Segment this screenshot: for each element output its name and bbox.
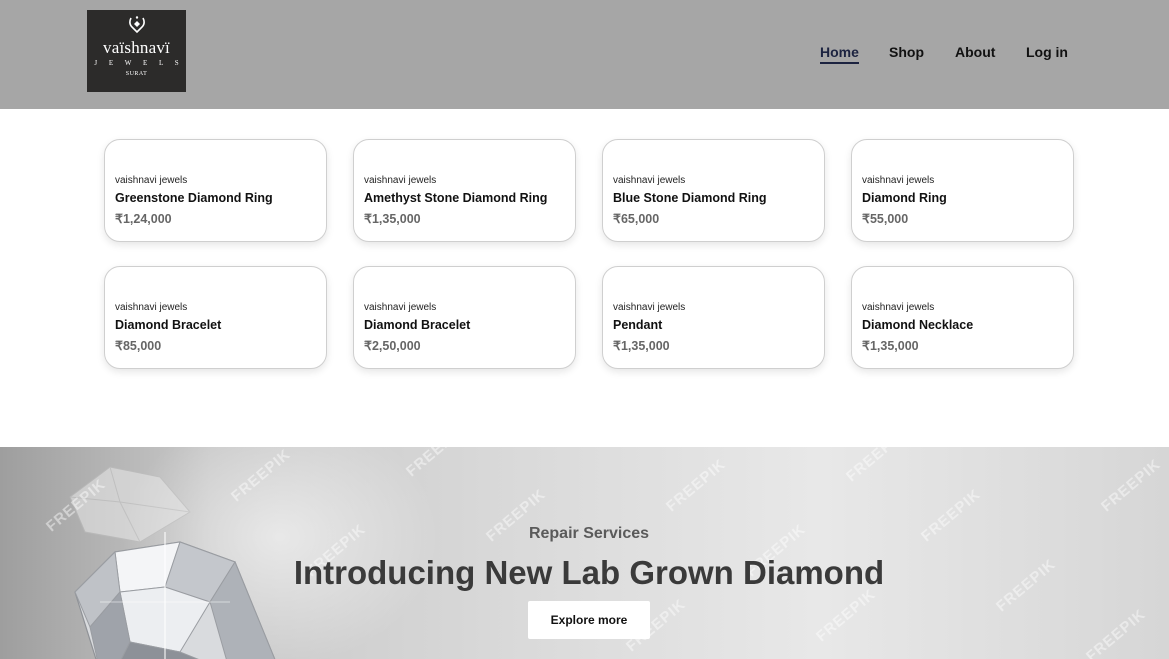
nav-login[interactable]: Log in xyxy=(1026,43,1068,63)
explore-more-button[interactable]: Explore more xyxy=(528,601,650,639)
product-title: Diamond Ring xyxy=(862,191,947,205)
site-header: vaïshnavï J E W E L S SURAT Home Shop Ab… xyxy=(0,0,1169,109)
product-title: Diamond Necklace xyxy=(862,318,974,332)
product-title: Greenstone Diamond Ring xyxy=(115,191,273,205)
nav-about[interactable]: About xyxy=(955,43,995,63)
product-price: ₹55,000 xyxy=(862,212,909,226)
product-brand: vaishnavi jewels xyxy=(364,302,437,313)
product-brand: vaishnavi jewels xyxy=(862,175,935,186)
product-title: Diamond Bracelet xyxy=(115,318,222,332)
product-card[interactable]: vaishnavi jewels Diamond Necklace ₹1,35,… xyxy=(851,266,1074,369)
product-title: Blue Stone Diamond Ring xyxy=(613,191,767,205)
watermark-text: FREEPIK xyxy=(1082,605,1150,659)
hero-subtitle: Repair Services xyxy=(528,525,650,542)
product-price: ₹65,000 xyxy=(613,212,660,226)
nav-shop[interactable]: Shop xyxy=(889,43,924,63)
brand-tagline: J E W E L S xyxy=(94,59,184,67)
hero-title: Introducing New Lab Grown Diamond xyxy=(293,554,885,591)
product-price: ₹1,24,000 xyxy=(115,212,172,226)
product-price: ₹2,50,000 xyxy=(364,339,421,353)
product-card[interactable]: vaishnavi jewels Amethyst Stone Diamond … xyxy=(353,139,576,242)
product-price: ₹85,000 xyxy=(115,339,162,353)
product-price: ₹1,35,000 xyxy=(364,212,421,226)
product-brand: vaishnavi jewels xyxy=(613,302,686,313)
watermark-text: FREEPIK xyxy=(812,585,880,646)
product-title: Diamond Bracelet xyxy=(364,318,471,332)
diamond-image xyxy=(74,532,276,659)
product-card[interactable]: vaishnavi jewels Pendant ₹1,35,000 xyxy=(602,266,825,369)
brand-name: vaïshnavï xyxy=(103,38,170,57)
nav-home[interactable]: Home xyxy=(820,43,859,64)
product-brand: vaishnavi jewels xyxy=(115,302,188,313)
product-card[interactable]: vaishnavi jewels Greenstone Diamond Ring… xyxy=(104,139,327,242)
watermark-text: FREEPIK xyxy=(1097,455,1165,516)
product-card[interactable]: vaishnavi jewels Diamond Ring ₹55,000 xyxy=(851,139,1074,242)
product-price: ₹1,35,000 xyxy=(862,339,919,353)
product-brand: vaishnavi jewels xyxy=(613,175,686,186)
brand-logo[interactable]: vaïshnavï J E W E L S SURAT xyxy=(87,10,186,92)
product-title: Pendant xyxy=(613,318,663,332)
product-card[interactable]: vaishnavi jewels Diamond Bracelet ₹2,50,… xyxy=(353,266,576,369)
product-card[interactable]: vaishnavi jewels Diamond Bracelet ₹85,00… xyxy=(104,266,327,369)
hero-banner: FREEPIK FREEPIK FREEPIK FREEPIK FREEPIK … xyxy=(0,447,1169,659)
product-price: ₹1,35,000 xyxy=(613,339,670,353)
product-card[interactable]: vaishnavi jewels Blue Stone Diamond Ring… xyxy=(602,139,825,242)
diamond-crest-icon xyxy=(129,16,145,34)
product-brand: vaishnavi jewels xyxy=(115,175,188,186)
brand-city: SURAT xyxy=(125,71,148,77)
watermark-text: FREEPIK xyxy=(842,447,910,486)
product-title: Amethyst Stone Diamond Ring xyxy=(364,191,548,205)
product-brand: vaishnavi jewels xyxy=(364,175,437,186)
watermark-text: FREEPIK xyxy=(662,455,730,516)
product-brand: vaishnavi jewels xyxy=(862,302,935,313)
